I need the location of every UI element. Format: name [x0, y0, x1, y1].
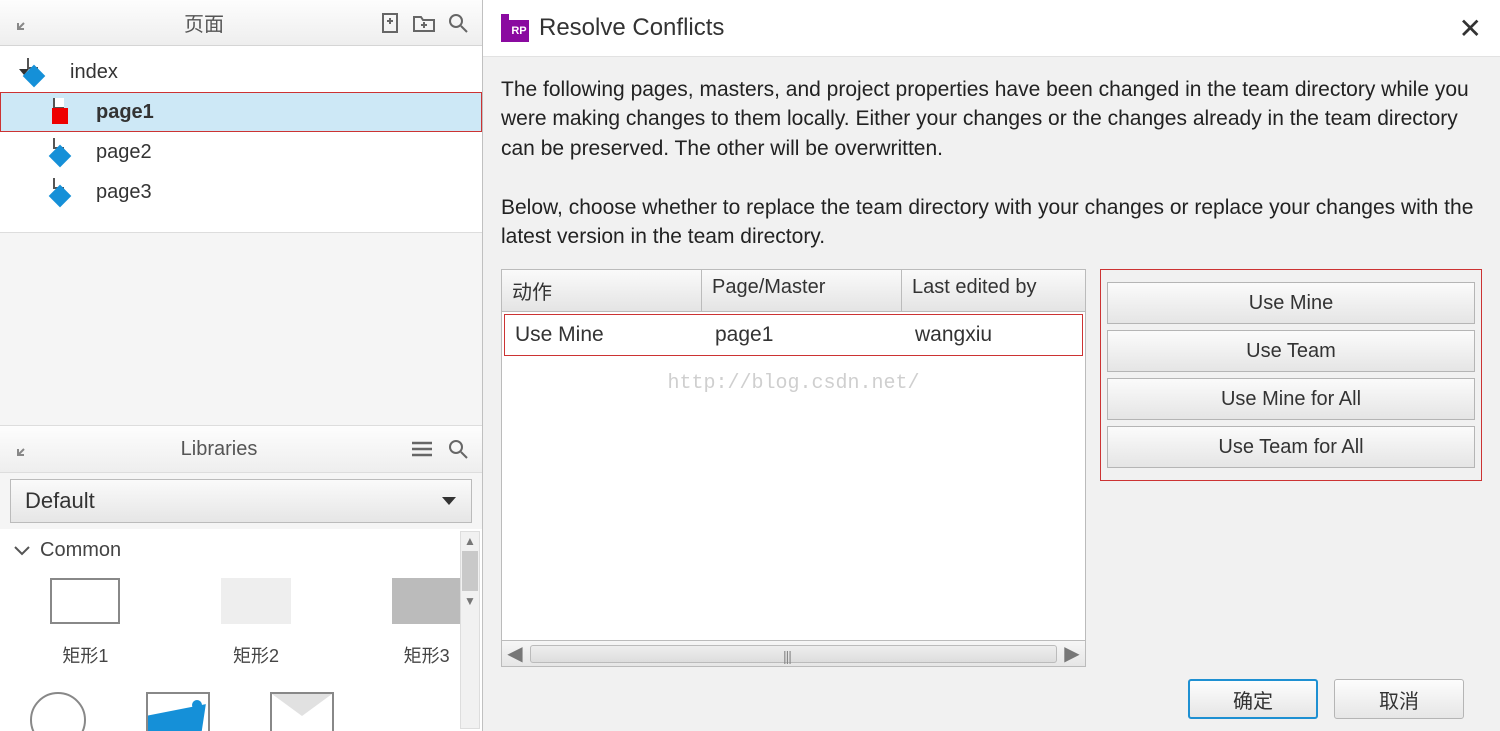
popout-icon[interactable]	[10, 435, 38, 463]
envelope-icon	[270, 692, 334, 731]
library-select-value: Default	[25, 488, 95, 514]
pages-tree: index page1 page2	[0, 46, 482, 233]
table-row[interactable]: Use Mine page1 wangxiu	[504, 314, 1083, 356]
shape-rect1[interactable]: 矩形1	[30, 578, 141, 668]
scroll-down-icon[interactable]: ▼	[461, 592, 479, 610]
shape-rect2[interactable]: 矩形2	[201, 578, 312, 668]
chevron-down-icon	[441, 496, 457, 506]
dialog-description: The following pages, masters, and projec…	[501, 75, 1482, 251]
add-folder-icon[interactable]	[410, 9, 438, 37]
horizontal-scrollbar[interactable]: ◀ ||| ▶	[502, 640, 1085, 666]
rectangle-icon	[50, 578, 120, 624]
close-icon[interactable]: ✕	[1459, 12, 1482, 45]
tree-item-page2[interactable]: page2	[0, 132, 482, 172]
cell-editor: wangxiu	[905, 315, 1082, 355]
shape-envelope[interactable]	[270, 692, 334, 731]
use-team-all-button[interactable]: Use Team for All	[1107, 426, 1475, 468]
shapes-row-2	[14, 692, 482, 731]
ok-button[interactable]: 确定	[1188, 679, 1318, 719]
ellipse-icon	[30, 692, 86, 731]
tree-item-page1[interactable]: page1	[0, 92, 482, 132]
libraries-panel-title: Libraries	[38, 438, 400, 461]
popout-icon[interactable]	[10, 9, 38, 37]
dialog-footer: 确定 取消	[501, 667, 1482, 731]
col-action[interactable]: 动作	[502, 270, 702, 311]
page-icon	[60, 180, 84, 204]
libraries-body: ▲ ▼ Common 矩形1 矩形2	[0, 529, 482, 731]
dialog-title: Resolve Conflicts	[539, 14, 724, 42]
scroll-left-icon[interactable]: ◀	[502, 641, 528, 666]
libraries-panel-header: Libraries	[0, 425, 482, 473]
shapes-row: 矩形1 矩形2 矩形3	[14, 578, 482, 668]
rectangle-icon	[392, 578, 462, 624]
col-editor[interactable]: Last edited by	[902, 270, 1085, 311]
library-category-label: Common	[40, 539, 121, 562]
conflicts-table: 动作 Page/Master Last edited by Use Mine p…	[501, 269, 1086, 667]
col-page[interactable]: Page/Master	[702, 270, 902, 311]
scroll-track[interactable]: |||	[530, 645, 1057, 663]
search-icon[interactable]	[444, 435, 472, 463]
chevron-down-icon	[14, 546, 30, 556]
tree-root-label: index	[70, 61, 118, 84]
use-mine-button[interactable]: Use Mine	[1107, 282, 1475, 324]
cell-action: Use Mine	[505, 315, 705, 355]
dialog-body: The following pages, masters, and projec…	[483, 56, 1500, 731]
library-select[interactable]: Default	[10, 479, 472, 523]
tree-root-row[interactable]: index	[0, 52, 482, 92]
pages-panel-header: 页面	[0, 0, 482, 46]
action-buttons-column: Use Mine Use Team Use Mine for All Use T…	[1100, 269, 1482, 481]
vertical-scrollbar[interactable]: ▲ ▼	[460, 531, 480, 729]
watermark-text: http://blog.csdn.net/	[667, 372, 919, 395]
pages-panel-title: 页面	[38, 8, 370, 37]
tree-item-page3[interactable]: page3	[0, 172, 482, 212]
app-root: 页面 index	[0, 0, 1500, 731]
scroll-thumb[interactable]	[462, 551, 478, 591]
app-icon: RP	[501, 14, 529, 42]
shape-image[interactable]	[146, 692, 210, 731]
table-header: 动作 Page/Master Last edited by	[502, 270, 1085, 312]
page-icon	[60, 140, 84, 164]
add-page-icon[interactable]	[376, 9, 404, 37]
resolve-conflicts-dialog: RP Resolve Conflicts ✕ The following pag…	[483, 0, 1500, 731]
use-team-button[interactable]: Use Team	[1107, 330, 1475, 372]
table-body: Use Mine page1 wangxiu http://blog.csdn.…	[502, 312, 1085, 640]
tree-item-label: page2	[96, 141, 152, 164]
library-category-row[interactable]: Common	[14, 539, 482, 562]
left-sidebar: 页面 index	[0, 0, 483, 731]
page-icon	[34, 60, 58, 84]
page-icon	[60, 100, 84, 124]
dialog-titlebar: RP Resolve Conflicts ✕	[483, 0, 1500, 56]
tree-item-label: page1	[96, 101, 154, 124]
scroll-grip-icon: |||	[783, 648, 791, 664]
shape-ellipse[interactable]	[30, 692, 86, 731]
use-mine-all-button[interactable]: Use Mine for All	[1107, 378, 1475, 420]
tree-item-label: page3	[96, 181, 152, 204]
dialog-middle: 动作 Page/Master Last edited by Use Mine p…	[501, 269, 1482, 667]
image-icon	[146, 692, 210, 731]
cell-page: page1	[705, 315, 905, 355]
scroll-up-icon[interactable]: ▲	[461, 532, 479, 550]
shape-label: 矩形3	[404, 646, 450, 666]
rectangle-icon	[221, 578, 291, 624]
search-icon[interactable]	[444, 9, 472, 37]
shape-label: 矩形1	[62, 646, 108, 666]
scroll-right-icon[interactable]: ▶	[1059, 641, 1085, 666]
shape-label: 矩形2	[233, 646, 279, 666]
cancel-button[interactable]: 取消	[1334, 679, 1464, 719]
hamburger-menu-icon[interactable]	[408, 435, 436, 463]
